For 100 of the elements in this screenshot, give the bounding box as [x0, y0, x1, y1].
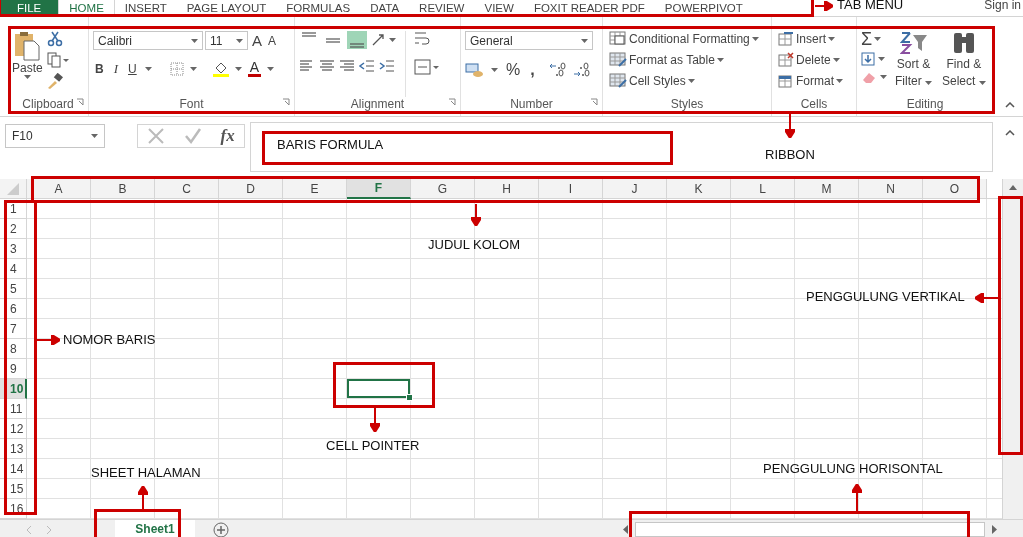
align-left-icon	[299, 59, 315, 73]
collapse-ribbon-icon[interactable]	[1005, 102, 1015, 108]
add-sheet-icon[interactable]	[213, 521, 229, 537]
align-right-icon	[339, 59, 355, 73]
sort-filter-button[interactable]: Sort & Filter	[893, 30, 934, 97]
styles-button[interactable]: Cell Styles	[607, 72, 767, 89]
dialog-launcher-icon[interactable]	[282, 98, 290, 106]
sort-filter-icon	[899, 31, 928, 55]
font-color-button[interactable]: A	[247, 61, 262, 77]
group-label: Cells	[800, 97, 828, 111]
column-header[interactable]: C	[155, 179, 219, 199]
column-header[interactable]: B	[91, 179, 155, 199]
ribbon-tab[interactable]: PAGE LAYOUT	[176, 0, 277, 16]
italic-button[interactable]: I	[111, 60, 120, 78]
fill-icon[interactable]	[861, 52, 875, 66]
caret-icon	[880, 75, 887, 79]
column-header[interactable]: N	[859, 179, 923, 199]
caret-icon	[267, 67, 275, 71]
decrease-decimal-icon[interactable]	[572, 62, 591, 78]
column-header[interactable]: D	[219, 179, 283, 199]
comma-button[interactable]: ,	[528, 60, 537, 80]
annotation-label: CELL POINTER	[326, 438, 420, 453]
ribbon-tab[interactable]: FOXIT READER PDF	[523, 0, 655, 16]
shrink-font-button[interactable]: A	[266, 32, 279, 49]
annotation-label: SHEET HALAMAN	[91, 465, 201, 480]
annotation-arrow	[138, 486, 148, 509]
annotation-label: PENGGULUNG HORISONTAL	[763, 461, 943, 476]
autosum-button[interactable]: Σ	[861, 30, 887, 48]
dialog-launcher-icon[interactable]	[448, 98, 456, 106]
ribbon-tab[interactable]: VIEW	[474, 0, 524, 16]
name-box[interactable]: F10	[5, 124, 105, 148]
ribbon-tab[interactable]: REVIEW	[409, 0, 475, 16]
caret-icon	[925, 81, 932, 85]
caret-icon	[144, 67, 152, 71]
increase-indent-icon[interactable]	[379, 59, 395, 73]
column-header[interactable]: O	[923, 179, 987, 199]
column-header[interactable]: E	[283, 179, 347, 199]
styles-button[interactable]: Format as Table	[607, 51, 767, 68]
number-format-dropdown[interactable]: General	[465, 31, 593, 50]
scissors-icon[interactable]	[46, 31, 63, 47]
fill-color-icon[interactable]	[212, 61, 229, 77]
bottom-align-button[interactable]	[347, 31, 367, 49]
column-header[interactable]: A	[27, 179, 91, 199]
underline-button[interactable]: U	[126, 61, 139, 77]
caret-icon	[751, 36, 759, 41]
font-name-dropdown[interactable]: Calibri	[93, 31, 203, 50]
dialog-launcher-icon[interactable]	[590, 98, 598, 106]
align-lines-icon	[302, 32, 316, 37]
cell-grid-icon	[778, 52, 794, 67]
annotation-label: TAB MENU	[837, 0, 904, 12]
insert-function-button[interactable]: fx	[220, 126, 235, 146]
caret-icon	[687, 78, 695, 83]
formula-input[interactable]	[250, 122, 993, 172]
ribbon-tab[interactable]: FORMULAS	[276, 0, 361, 16]
merge-cells-icon[interactable]	[414, 59, 440, 75]
column-header[interactable]: J	[603, 179, 667, 199]
group-label: Number	[510, 97, 553, 111]
column-header[interactable]: F	[347, 179, 411, 199]
wrap-text-icon[interactable]	[414, 31, 430, 47]
check-icon[interactable]	[183, 127, 202, 145]
caret-icon	[491, 68, 498, 72]
align-center-icon	[319, 59, 335, 73]
column-header[interactable]: I	[539, 179, 603, 199]
caret-icon	[832, 57, 840, 62]
find-select-button[interactable]: Find & Select	[940, 30, 988, 97]
table-style-icon	[609, 31, 627, 46]
styles-button[interactable]: Conditional Formatting	[607, 30, 767, 47]
ribbon-tab[interactable]: INSERT	[114, 0, 177, 16]
grow-font-button[interactable]: A	[250, 31, 264, 50]
annotation-arrow	[815, 1, 833, 11]
annotation-label: BARIS FORMULA	[277, 137, 384, 152]
group-label: Alignment	[350, 97, 405, 111]
font-size-dropdown[interactable]: 11	[205, 31, 248, 50]
currency-icon[interactable]	[465, 62, 485, 78]
ribbon-tab[interactable]: HOME	[58, 0, 115, 16]
collapse-formula-bar-icon[interactable]	[1005, 130, 1015, 136]
ribbon-tab[interactable]: DATA	[360, 0, 410, 16]
format-painter-icon[interactable]	[46, 73, 63, 89]
annotation-arrow	[471, 204, 481, 226]
orientation-icon[interactable]	[371, 33, 397, 47]
column-header[interactable]: L	[731, 179, 795, 199]
ribbon-tab[interactable]: POWERPIVOT	[654, 0, 753, 16]
sheet-tab[interactable]: Sheet1	[115, 520, 195, 537]
bold-button[interactable]: B	[93, 61, 106, 77]
cells-button[interactable]: Insert	[776, 30, 852, 47]
percent-button[interactable]: %	[504, 60, 523, 80]
cells-button[interactable]: Delete	[776, 51, 852, 68]
column-header[interactable]: K	[667, 179, 731, 199]
decrease-indent-icon[interactable]	[359, 59, 375, 73]
caret-icon	[836, 78, 843, 83]
column-header[interactable]: G	[411, 179, 475, 199]
sign-in-link[interactable]: Sign in	[984, 0, 1023, 11]
column-header[interactable]: M	[795, 179, 859, 199]
column-header[interactable]: H	[475, 179, 539, 199]
copy-icon[interactable]	[46, 52, 69, 68]
increase-decimal-icon[interactable]	[548, 62, 567, 78]
paste-button[interactable]: Paste	[12, 31, 43, 97]
dialog-launcher-icon[interactable]	[76, 98, 84, 106]
cells-button[interactable]: Format	[776, 72, 852, 89]
active-cell[interactable]	[347, 379, 411, 399]
